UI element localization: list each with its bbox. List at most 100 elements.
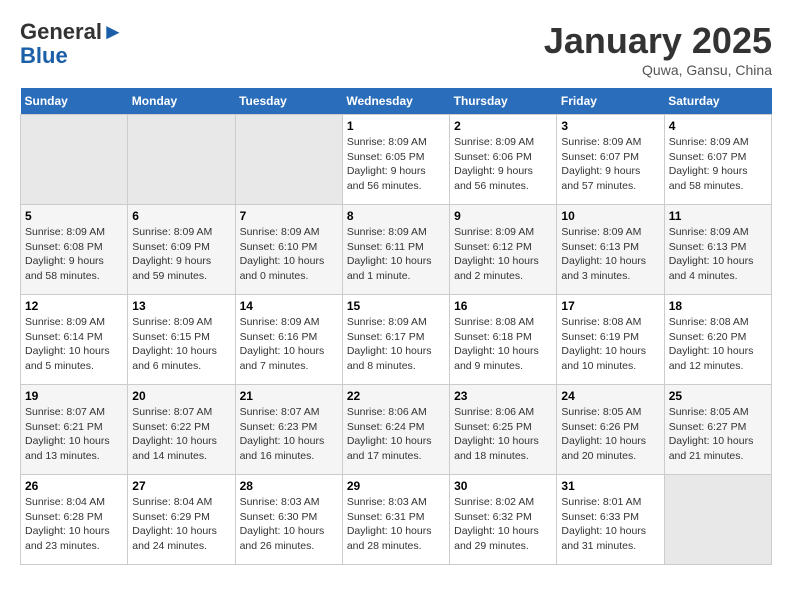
day-number: 17 (561, 299, 659, 313)
day-info: Sunrise: 8:03 AM Sunset: 6:31 PM Dayligh… (347, 495, 445, 554)
day-info: Sunrise: 8:01 AM Sunset: 6:33 PM Dayligh… (561, 495, 659, 554)
day-info: Sunrise: 8:08 AM Sunset: 6:19 PM Dayligh… (561, 315, 659, 374)
day-number: 8 (347, 209, 445, 223)
calendar-cell (235, 115, 342, 205)
day-number: 14 (240, 299, 338, 313)
calendar-cell: 23 Sunrise: 8:06 AM Sunset: 6:25 PM Dayli… (450, 385, 557, 475)
day-number: 20 (132, 389, 230, 403)
calendar-cell: 19Sunrise: 8:07 AM Sunset: 6:21 PM Dayli… (21, 385, 128, 475)
day-info: Sunrise: 8:07 AM Sunset: 6:23 PM Dayligh… (240, 405, 338, 464)
month-title: January 2025 (544, 20, 772, 62)
day-number: 27 (132, 479, 230, 493)
day-number: 7 (240, 209, 338, 223)
day-info: Sunrise: 8:09 AM Sunset: 6:07 PM Dayligh… (561, 135, 659, 194)
logo-general-text: General (20, 19, 102, 44)
calendar-cell: 9 Sunrise: 8:09 AM Sunset: 6:12 PM Daylig… (450, 205, 557, 295)
weekday-header-tuesday: Tuesday (235, 88, 342, 115)
calendar-cell: 17 Sunrise: 8:08 AM Sunset: 6:19 PM Dayli… (557, 295, 664, 385)
calendar-cell: 13 Sunrise: 8:09 AM Sunset: 6:15 PM Dayli… (128, 295, 235, 385)
day-info: Sunrise: 8:07 AM Sunset: 6:22 PM Dayligh… (132, 405, 230, 464)
day-number: 22 (347, 389, 445, 403)
day-number: 28 (240, 479, 338, 493)
weekday-header-thursday: Thursday (450, 88, 557, 115)
calendar-cell: 11 Sunrise: 8:09 AM Sunset: 6:13 PM Dayli… (664, 205, 771, 295)
calendar-week-row: 26 Sunrise: 8:04 AM Sunset: 6:28 PM Dayli… (21, 475, 772, 565)
calendar-cell (128, 115, 235, 205)
day-info: Sunrise: 8:08 AM Sunset: 6:20 PM Dayligh… (669, 315, 767, 374)
day-info: Sunrise: 8:09 AM Sunset: 6:05 PM Dayligh… (347, 135, 445, 194)
day-info: Sunrise: 8:03 AM Sunset: 6:30 PM Dayligh… (240, 495, 338, 554)
day-number: 13 (132, 299, 230, 313)
day-info: Sunrise: 8:09 AM Sunset: 6:13 PM Dayligh… (669, 225, 767, 284)
logo: General► Blue (20, 20, 124, 68)
day-info: Sunrise: 8:05 AM Sunset: 6:27 PM Dayligh… (669, 405, 767, 464)
day-number: 12 (25, 299, 123, 313)
day-number: 9 (454, 209, 552, 223)
day-info: Sunrise: 8:09 AM Sunset: 6:13 PM Dayligh… (561, 225, 659, 284)
weekday-header-monday: Monday (128, 88, 235, 115)
calendar-cell: 20 Sunrise: 8:07 AM Sunset: 6:22 PM Dayli… (128, 385, 235, 475)
day-info: Sunrise: 8:06 AM Sunset: 6:25 PM Dayligh… (454, 405, 552, 464)
day-number: 11 (669, 209, 767, 223)
calendar-cell: 4Sunrise: 8:09 AM Sunset: 6:07 PM Daylig… (664, 115, 771, 205)
day-info: Sunrise: 8:09 AM Sunset: 6:16 PM Dayligh… (240, 315, 338, 374)
calendar-cell: 28 Sunrise: 8:03 AM Sunset: 6:30 PM Dayli… (235, 475, 342, 565)
day-info: Sunrise: 8:06 AM Sunset: 6:24 PM Dayligh… (347, 405, 445, 464)
day-number: 10 (561, 209, 659, 223)
day-number: 15 (347, 299, 445, 313)
calendar-cell: 27 Sunrise: 8:04 AM Sunset: 6:29 PM Dayli… (128, 475, 235, 565)
weekday-header-sunday: Sunday (21, 88, 128, 115)
day-info: Sunrise: 8:09 AM Sunset: 6:09 PM Dayligh… (132, 225, 230, 284)
calendar-week-row: 19Sunrise: 8:07 AM Sunset: 6:21 PM Dayli… (21, 385, 772, 475)
day-number: 1 (347, 119, 445, 133)
calendar-week-row: 12 Sunrise: 8:09 AM Sunset: 6:14 PM Dayli… (21, 295, 772, 385)
day-info: Sunrise: 8:09 AM Sunset: 6:10 PM Dayligh… (240, 225, 338, 284)
logo-blue-text: Blue (20, 43, 68, 68)
calendar-cell: 6 Sunrise: 8:09 AM Sunset: 6:09 PM Daylig… (128, 205, 235, 295)
weekday-header-wednesday: Wednesday (342, 88, 449, 115)
calendar-cell (664, 475, 771, 565)
day-info: Sunrise: 8:09 AM Sunset: 6:12 PM Dayligh… (454, 225, 552, 284)
weekday-header-row: SundayMondayTuesdayWednesdayThursdayFrid… (21, 88, 772, 115)
day-info: Sunrise: 8:09 AM Sunset: 6:17 PM Dayligh… (347, 315, 445, 374)
day-info: Sunrise: 8:07 AM Sunset: 6:21 PM Dayligh… (25, 405, 123, 464)
calendar-week-row: 1 Sunrise: 8:09 AM Sunset: 6:05 PM Daylig… (21, 115, 772, 205)
day-number: 2 (454, 119, 552, 133)
calendar-cell: 3 Sunrise: 8:09 AM Sunset: 6:07 PM Daylig… (557, 115, 664, 205)
day-info: Sunrise: 8:09 AM Sunset: 6:14 PM Dayligh… (25, 315, 123, 374)
calendar-cell: 25 Sunrise: 8:05 AM Sunset: 6:27 PM Dayli… (664, 385, 771, 475)
day-number: 25 (669, 389, 767, 403)
calendar-cell: 12 Sunrise: 8:09 AM Sunset: 6:14 PM Dayli… (21, 295, 128, 385)
day-info: Sunrise: 8:04 AM Sunset: 6:28 PM Dayligh… (25, 495, 123, 554)
day-info: Sunrise: 8:08 AM Sunset: 6:18 PM Dayligh… (454, 315, 552, 374)
day-info: Sunrise: 8:09 AM Sunset: 6:11 PM Dayligh… (347, 225, 445, 284)
calendar-week-row: 5Sunrise: 8:09 AM Sunset: 6:08 PM Daylig… (21, 205, 772, 295)
day-number: 18 (669, 299, 767, 313)
weekday-header-saturday: Saturday (664, 88, 771, 115)
calendar-cell: 2 Sunrise: 8:09 AM Sunset: 6:06 PM Daylig… (450, 115, 557, 205)
day-number: 29 (347, 479, 445, 493)
calendar-cell: 22 Sunrise: 8:06 AM Sunset: 6:24 PM Dayli… (342, 385, 449, 475)
calendar-cell: 29 Sunrise: 8:03 AM Sunset: 6:31 PM Dayli… (342, 475, 449, 565)
day-info: Sunrise: 8:02 AM Sunset: 6:32 PM Dayligh… (454, 495, 552, 554)
day-number: 24 (561, 389, 659, 403)
calendar-cell: 1 Sunrise: 8:09 AM Sunset: 6:05 PM Daylig… (342, 115, 449, 205)
calendar-cell: 7 Sunrise: 8:09 AM Sunset: 6:10 PM Daylig… (235, 205, 342, 295)
day-number: 26 (25, 479, 123, 493)
day-number: 31 (561, 479, 659, 493)
calendar-cell: 5Sunrise: 8:09 AM Sunset: 6:08 PM Daylig… (21, 205, 128, 295)
calendar-cell: 10 Sunrise: 8:09 AM Sunset: 6:13 PM Dayli… (557, 205, 664, 295)
calendar-cell: 30Sunrise: 8:02 AM Sunset: 6:32 PM Dayli… (450, 475, 557, 565)
day-number: 3 (561, 119, 659, 133)
calendar-cell: 26 Sunrise: 8:04 AM Sunset: 6:28 PM Dayli… (21, 475, 128, 565)
day-info: Sunrise: 8:04 AM Sunset: 6:29 PM Dayligh… (132, 495, 230, 554)
calendar-cell: 8 Sunrise: 8:09 AM Sunset: 6:11 PM Daylig… (342, 205, 449, 295)
day-info: Sunrise: 8:09 AM Sunset: 6:08 PM Dayligh… (25, 225, 123, 284)
day-number: 6 (132, 209, 230, 223)
day-info: Sunrise: 8:05 AM Sunset: 6:26 PM Dayligh… (561, 405, 659, 464)
day-number: 23 (454, 389, 552, 403)
day-info: Sunrise: 8:09 AM Sunset: 6:15 PM Dayligh… (132, 315, 230, 374)
calendar-cell: 24 Sunrise: 8:05 AM Sunset: 6:26 PM Dayli… (557, 385, 664, 475)
day-number: 4 (669, 119, 767, 133)
day-info: Sunrise: 8:09 AM Sunset: 6:06 PM Dayligh… (454, 135, 552, 194)
